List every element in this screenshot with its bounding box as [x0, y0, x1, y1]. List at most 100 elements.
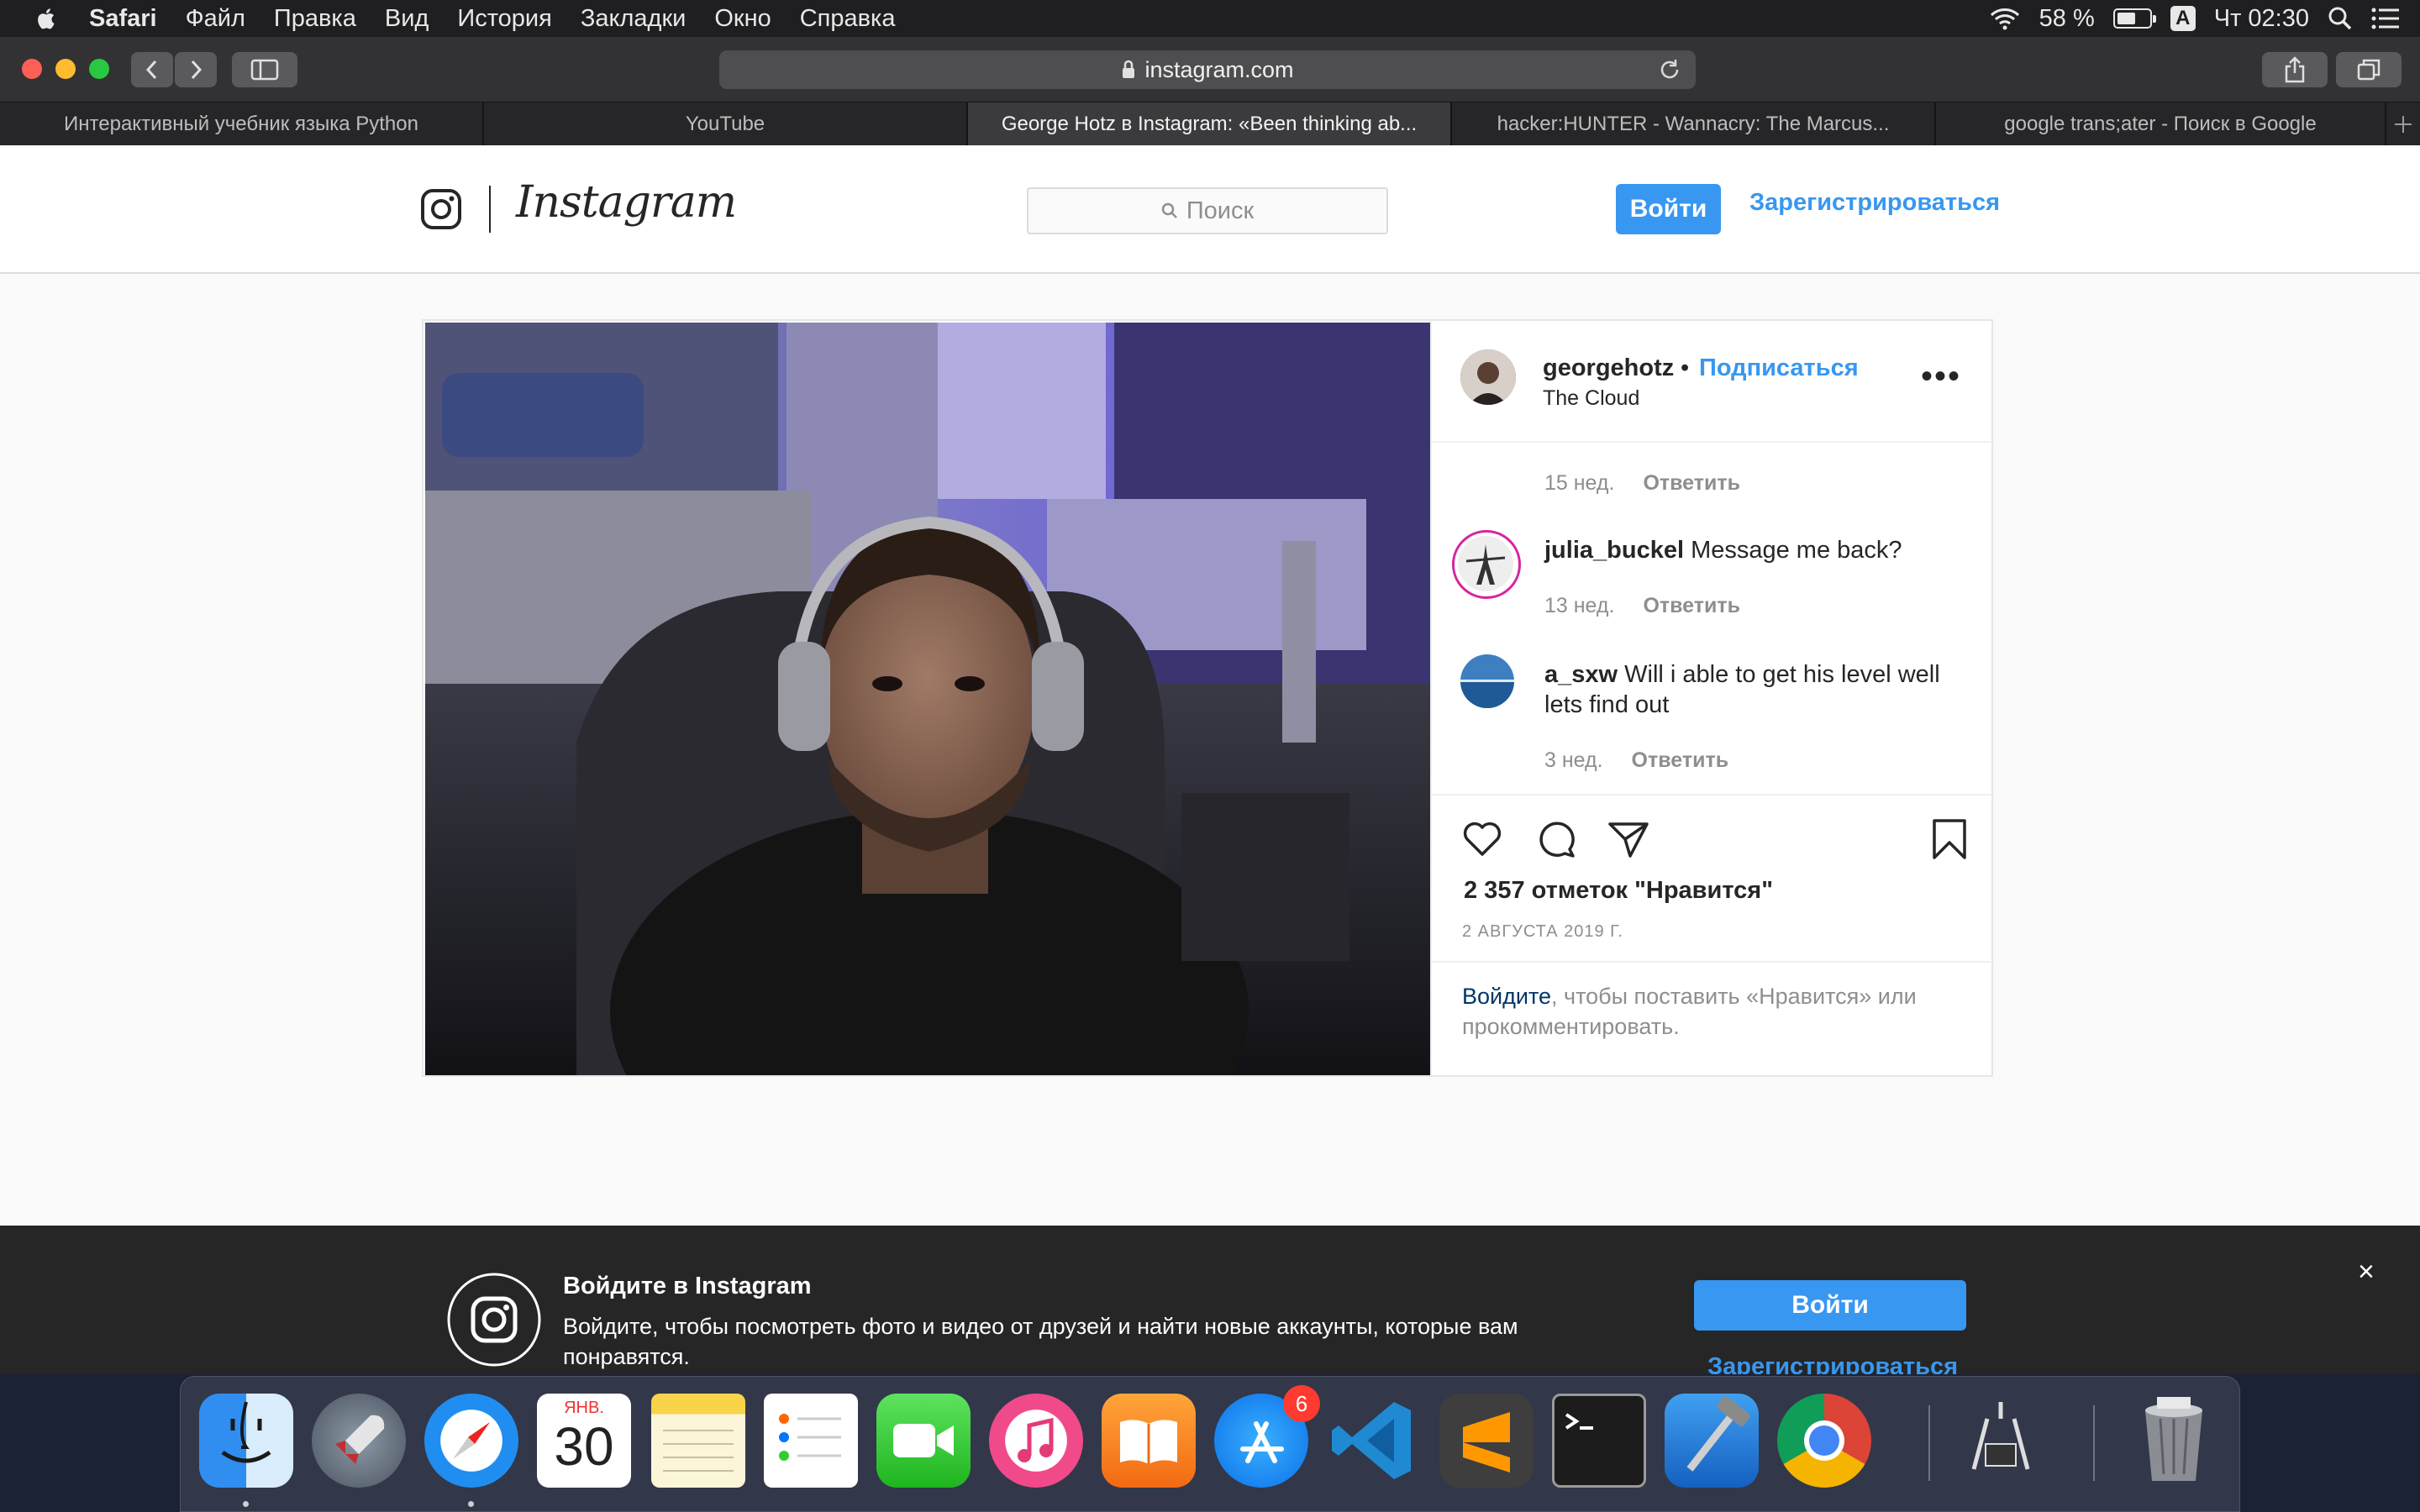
launchpad-icon[interactable] — [312, 1394, 406, 1488]
comment-body: a_sxw Will i able to get his level well … — [1544, 659, 1981, 720]
author-username[interactable]: georgehotz — [1543, 354, 1674, 382]
dock-separator — [1928, 1405, 1930, 1481]
open-book-icon — [1120, 1420, 1177, 1464]
reply-button[interactable]: Ответить — [1643, 471, 1740, 495]
chrome-icon[interactable] — [1777, 1394, 1871, 1488]
header-login-button[interactable]: Войти — [1616, 184, 1721, 234]
chevron-left-icon — [145, 60, 157, 80]
show-tabs-button[interactable] — [2336, 52, 2402, 87]
menu-file[interactable]: Файл — [186, 5, 245, 33]
back-button[interactable] — [131, 52, 173, 87]
search-input[interactable]: Поиск — [1027, 187, 1388, 234]
reply-button[interactable]: Ответить — [1632, 748, 1729, 772]
tab-python-tutorial[interactable]: Интерактивный учебник языка Python — [0, 102, 484, 146]
heart-icon[interactable] — [1460, 817, 1504, 861]
search-icon — [1161, 202, 1177, 218]
close-icon[interactable]: × — [2358, 1256, 2375, 1289]
more-options-icon[interactable]: ••• — [1921, 360, 1961, 393]
sidebar-icon — [250, 59, 279, 81]
post-date[interactable]: 2 АВГУСТА 2019 Г. — [1462, 922, 1623, 942]
battery-percent: 58 % — [2039, 4, 2095, 32]
commenter-username[interactable]: a_sxw — [1544, 661, 1618, 688]
vscode-logo-icon — [1332, 1402, 1411, 1479]
calendar-icon[interactable]: ЯНВ. 30 — [537, 1394, 631, 1488]
clock[interactable]: Чт 02:30 — [2214, 5, 2309, 33]
vscode-icon[interactable] — [1327, 1394, 1421, 1488]
plus-icon — [2395, 116, 2412, 133]
running-indicator — [468, 1501, 474, 1507]
trash-icon[interactable] — [2127, 1394, 2221, 1488]
close-window-button[interactable] — [22, 59, 42, 79]
forward-button[interactable] — [175, 52, 217, 87]
comment-text: Message me back? — [1691, 537, 1902, 564]
battery-icon[interactable] — [2112, 8, 2156, 29]
tab-instagram[interactable]: George Hotz в Instagram: «Been thinking … — [968, 102, 1452, 146]
header-separator: • — [1681, 354, 1690, 381]
commenter-username[interactable]: julia_buckel — [1544, 537, 1684, 564]
bookmark-icon[interactable] — [1928, 817, 1971, 861]
post-header: georgehotz • Подписаться The Cloud ••• — [1432, 321, 1995, 443]
banner-signup-link[interactable]: Зарегистрироваться — [1707, 1353, 1958, 1374]
new-tab-button[interactable] — [2386, 102, 2420, 146]
reminders-icon[interactable] — [764, 1394, 858, 1488]
likes-count[interactable]: 2 357 отметок "Нравится" — [1464, 877, 1773, 905]
xcode-icon[interactable] — [1665, 1394, 1759, 1488]
banner-login-button[interactable]: Войти — [1694, 1280, 1966, 1331]
zoom-window-button[interactable] — [89, 59, 109, 79]
reload-icon[interactable] — [1657, 57, 1682, 82]
menu-app-name[interactable]: Safari — [89, 5, 157, 33]
notes-icon[interactable] — [651, 1394, 745, 1488]
tab-hacker-hunter[interactable]: hacker:HUNTER - Wannacry: The Marcus... — [1452, 102, 1936, 146]
finder-icon[interactable] — [199, 1394, 293, 1488]
terminal-icon[interactable] — [1552, 1394, 1646, 1488]
safari-icon[interactable] — [424, 1394, 518, 1488]
share-post-icon[interactable] — [1607, 817, 1650, 861]
share-button[interactable] — [2262, 52, 2328, 87]
notification-center-icon[interactable] — [2371, 7, 2400, 30]
comment-meta: 3 нед. Ответить — [1544, 748, 1728, 773]
login-banner: Войдите в Instagram Войдите, чтобы посмо… — [0, 1226, 2420, 1374]
itunes-icon[interactable] — [989, 1394, 1083, 1488]
follow-button[interactable]: Подписаться — [1699, 354, 1859, 382]
video-camera-icon — [893, 1424, 954, 1457]
menu-bookmarks[interactable]: Закладки — [581, 5, 687, 33]
facetime-icon[interactable] — [876, 1394, 971, 1488]
author-avatar[interactable] — [1460, 349, 1516, 405]
sidebar-toggle-button[interactable] — [232, 52, 297, 87]
menu-help[interactable]: Справка — [800, 5, 896, 33]
instagram-logo-icon — [447, 1273, 541, 1367]
menu-window[interactable]: Окно — [714, 5, 771, 33]
comment-age: 15 нед. — [1544, 471, 1615, 495]
sublime-text-icon[interactable] — [1439, 1394, 1534, 1488]
trash-can-icon — [2145, 1397, 2202, 1481]
login-prompt-link[interactable]: Войдите — [1462, 984, 1551, 1009]
comment-icon[interactable] — [1534, 817, 1578, 861]
tab-youtube[interactable]: YouTube — [484, 102, 968, 146]
menu-edit[interactable]: Правка — [274, 5, 356, 33]
share-icon — [2285, 56, 2305, 83]
menu-view[interactable]: Вид — [385, 5, 429, 33]
chrome-center-icon — [1804, 1420, 1844, 1461]
tab-google-search[interactable]: google trans;ater - Поиск в Google — [1936, 102, 2386, 146]
address-bar[interactable]: instagram.com — [719, 50, 1696, 89]
comment-age: 13 нед. — [1544, 594, 1615, 617]
wifi-icon[interactable] — [1989, 6, 2021, 31]
menu-history[interactable]: История — [457, 5, 551, 33]
instagram-camera-icon[interactable] — [420, 188, 462, 230]
reply-button[interactable]: Ответить — [1643, 594, 1740, 617]
header-signup-link[interactable]: Зарегистрироваться — [1749, 189, 2000, 217]
apple-icon[interactable] — [34, 5, 60, 32]
commenter-avatar-story[interactable] — [1452, 530, 1521, 599]
tabs-overview-icon — [2357, 59, 2381, 81]
commenter-avatar-image — [1460, 654, 1514, 708]
spotlight-icon[interactable] — [2328, 6, 2353, 31]
commenter-avatar[interactable] — [1460, 654, 1514, 708]
books-icon[interactable] — [1102, 1394, 1196, 1488]
post-photo[interactable] — [425, 323, 1430, 1075]
post-location[interactable]: The Cloud — [1543, 386, 1639, 411]
dock: ЯНВ. 30 6 — [180, 1376, 2240, 1512]
system-information-icon[interactable] — [1954, 1394, 2048, 1488]
input-source-icon[interactable]: A — [2170, 6, 2196, 31]
instagram-wordmark[interactable]: Instagram — [516, 177, 737, 228]
minimize-window-button[interactable] — [55, 59, 76, 79]
